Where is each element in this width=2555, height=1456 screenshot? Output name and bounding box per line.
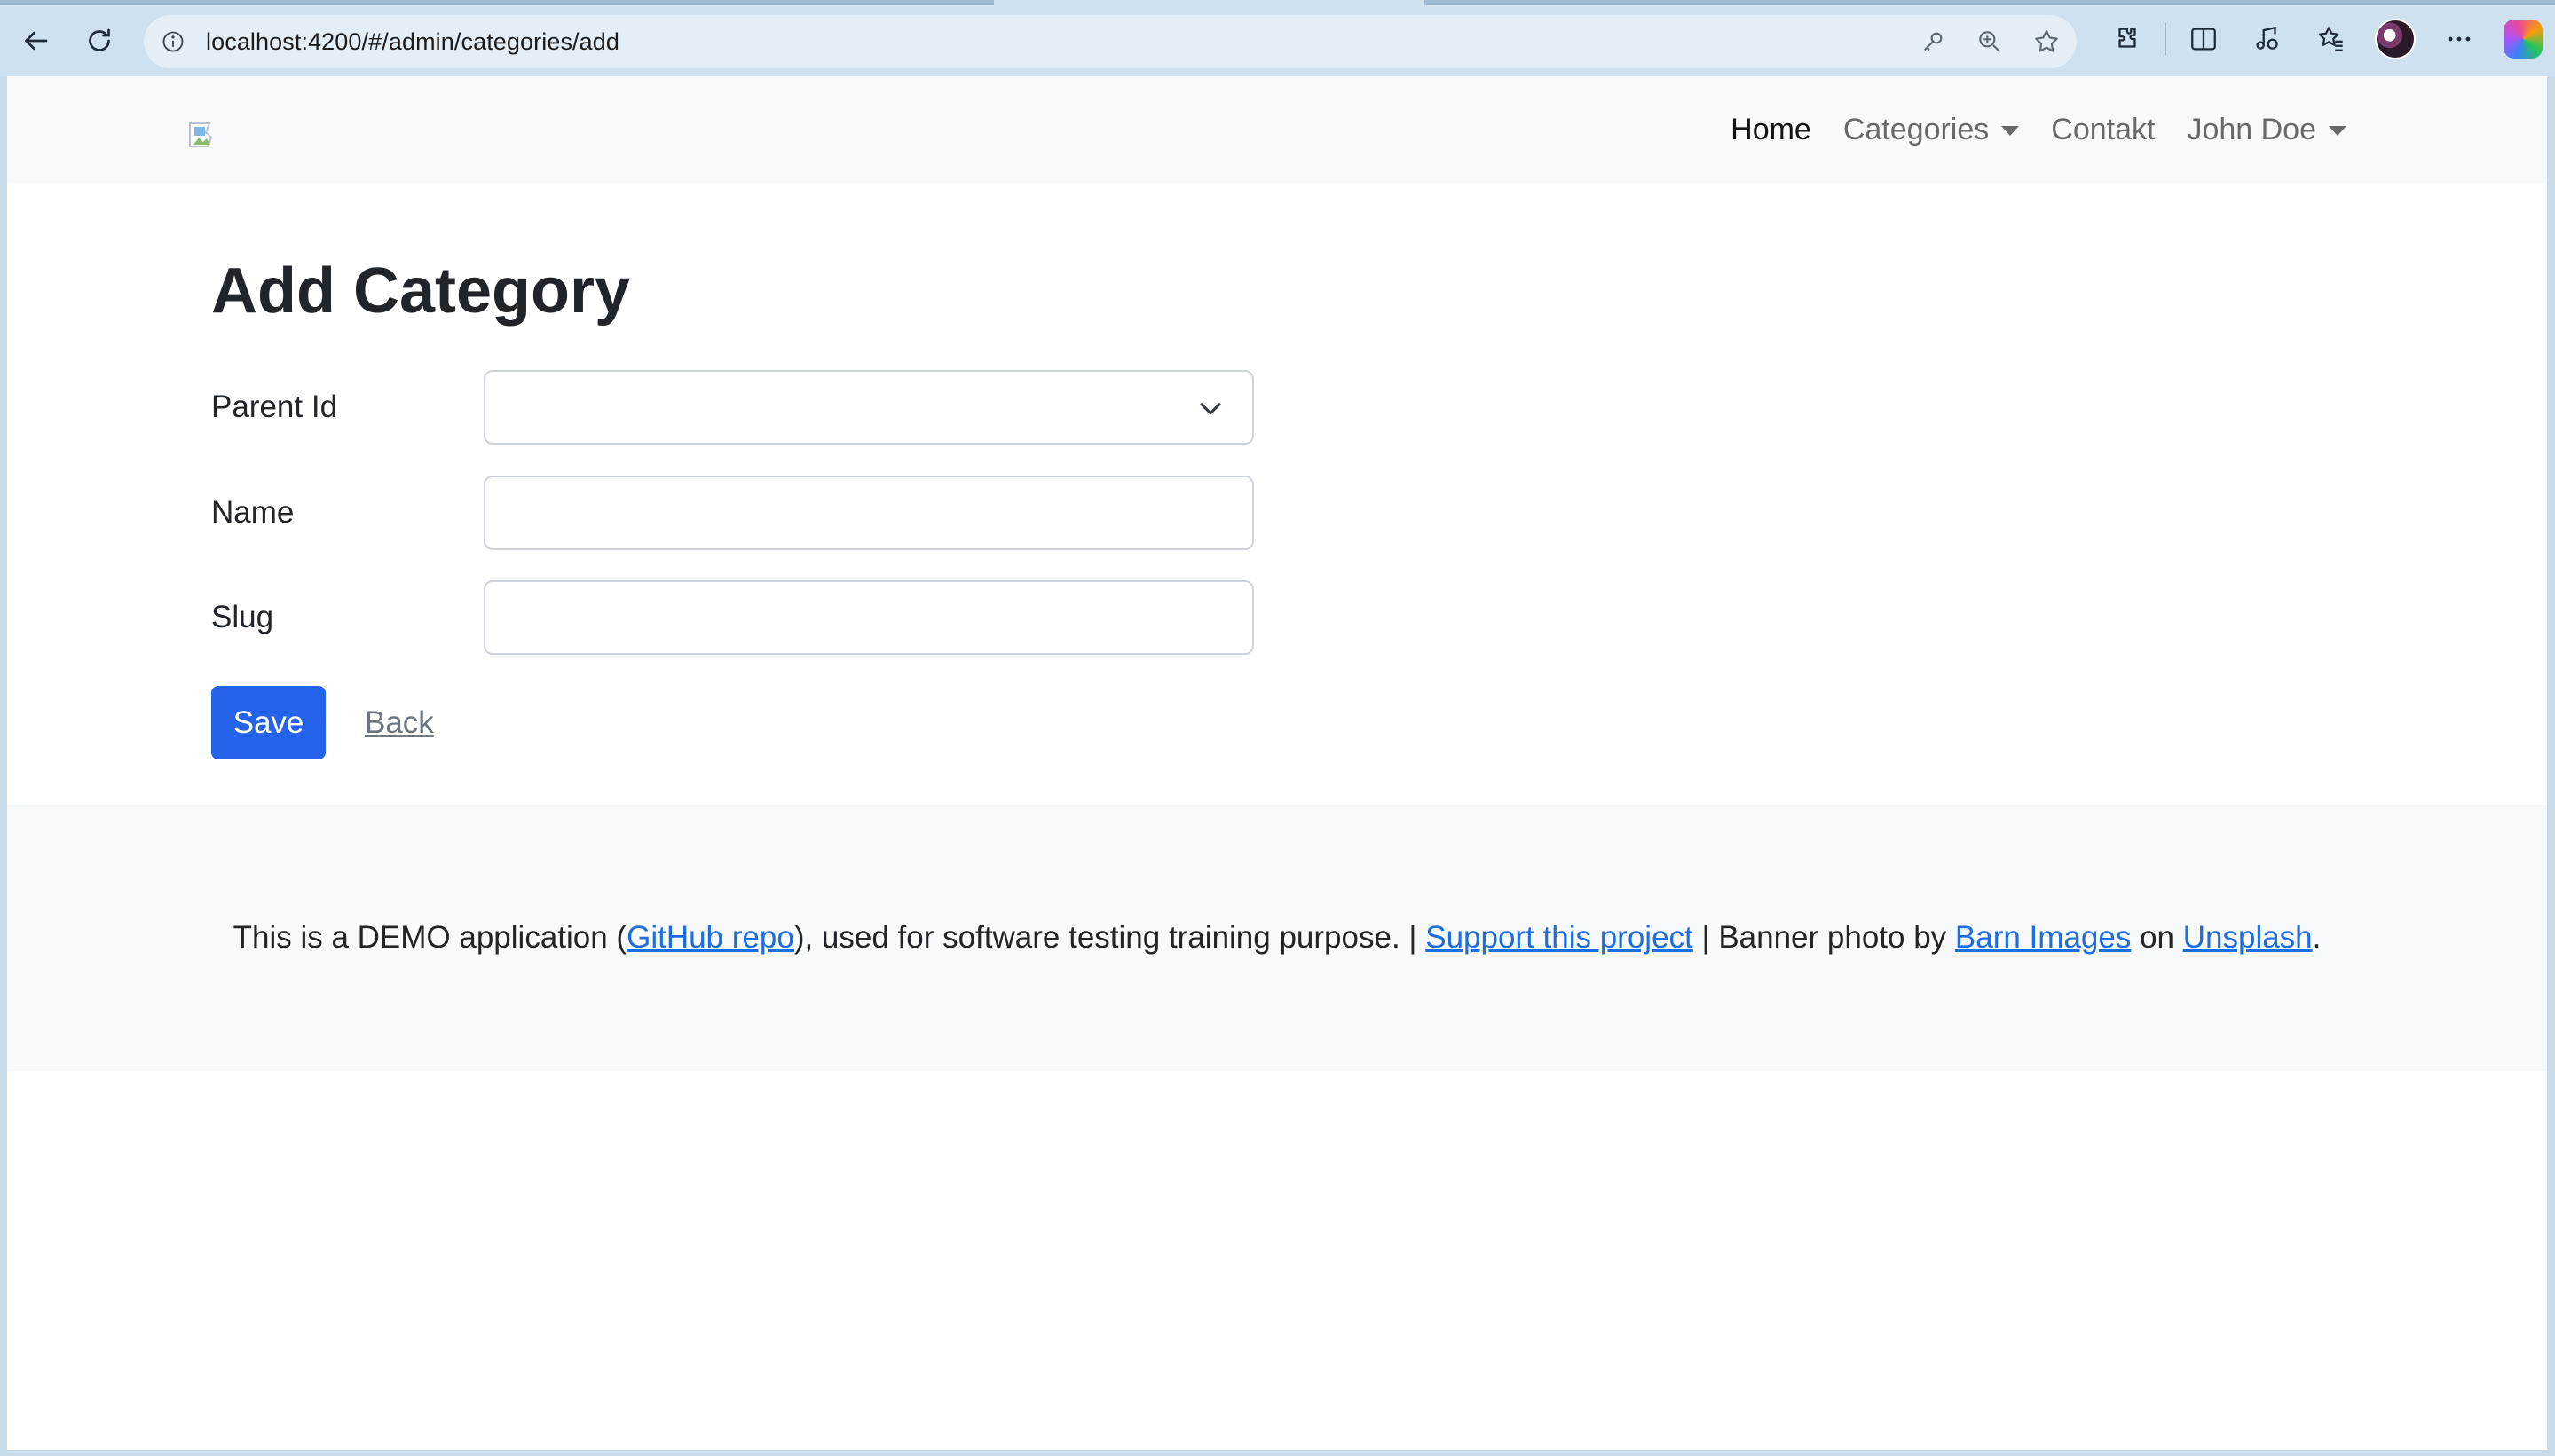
more-options-icon[interactable] bbox=[2427, 12, 2491, 66]
footer-text-part: ), used for software testing training pu… bbox=[793, 920, 1426, 955]
back-link[interactable]: Back bbox=[365, 686, 434, 759]
navbar: Home Categories Contakt John Doe bbox=[7, 76, 2547, 183]
form-row-name: Name bbox=[211, 476, 1454, 550]
footer-text-part: This is a DEMO application ( bbox=[233, 920, 627, 955]
reload-icon[interactable] bbox=[78, 20, 121, 62]
github-repo-link[interactable]: GitHub repo bbox=[627, 920, 794, 956]
nav-contact[interactable]: Contakt bbox=[2051, 113, 2155, 147]
form-row-slug: Slug bbox=[211, 580, 1454, 655]
caret-down-icon bbox=[2001, 125, 2020, 136]
page-viewport: Home Categories Contakt John Doe Add Cat… bbox=[7, 76, 2547, 1450]
toolbar-separator bbox=[2165, 23, 2166, 55]
split-screen-icon[interactable] bbox=[2172, 12, 2236, 66]
footer-text: This is a DEMO application ( GitHub repo… bbox=[7, 805, 2547, 1071]
form-row-parent-id: Parent Id bbox=[211, 370, 1454, 445]
extensions-icon[interactable] bbox=[2095, 12, 2159, 66]
nav-home[interactable]: Home bbox=[1731, 113, 1811, 147]
parent-id-select[interactable] bbox=[484, 370, 1254, 445]
profile-avatar[interactable] bbox=[2363, 12, 2427, 66]
url-text[interactable]: localhost:4200/#/admin/categories/add bbox=[206, 28, 619, 56]
save-button[interactable]: Save bbox=[211, 686, 326, 759]
nav-categories-label: Categories bbox=[1842, 112, 1990, 146]
address-bar[interactable]: localhost:4200/#/admin/categories/add bbox=[144, 15, 2077, 68]
name-label: Name bbox=[211, 495, 295, 530]
nav-categories-dropdown[interactable]: Categories bbox=[1842, 112, 2020, 147]
footer-text-part: . bbox=[2312, 920, 2322, 955]
favorite-star-icon[interactable] bbox=[2029, 24, 2064, 59]
media-control-icon[interactable] bbox=[2236, 12, 2299, 66]
copilot-icon[interactable] bbox=[2491, 12, 2555, 66]
chevron-down-icon bbox=[1200, 403, 1221, 415]
unsplash-link[interactable]: Unsplash bbox=[2183, 920, 2313, 956]
support-project-link[interactable]: Support this project bbox=[1425, 920, 1693, 956]
back-arrow-icon[interactable] bbox=[14, 20, 57, 62]
slug-label: Slug bbox=[211, 600, 274, 634]
footer-text-part: on bbox=[2131, 920, 2183, 955]
footer: This is a DEMO application ( GitHub repo… bbox=[7, 805, 2547, 1071]
browser-toolbar: localhost:4200/#/admin/categories/add bbox=[0, 0, 2555, 76]
name-input[interactable] bbox=[484, 476, 1254, 550]
zoom-icon[interactable] bbox=[1972, 24, 2007, 59]
nav-user-label: John Doe bbox=[2187, 112, 2316, 146]
tab-strip-edge bbox=[1424, 0, 2555, 5]
barn-images-link[interactable]: Barn Images bbox=[1955, 920, 2131, 956]
parent-id-label: Parent Id bbox=[211, 390, 338, 424]
slug-input[interactable] bbox=[484, 580, 1254, 655]
footer-text-part: | Banner photo by bbox=[1692, 920, 1955, 955]
site-info-icon[interactable] bbox=[160, 28, 186, 55]
caret-down-icon bbox=[2329, 125, 2346, 136]
favorites-icon[interactable] bbox=[2299, 12, 2363, 66]
page-title: Add Category bbox=[211, 256, 631, 327]
nav-user-dropdown[interactable]: John Doe bbox=[2187, 113, 2346, 147]
key-icon[interactable] bbox=[1915, 24, 1951, 59]
broken-image-logo-icon[interactable] bbox=[188, 122, 222, 155]
tab-strip-edge bbox=[0, 0, 994, 5]
